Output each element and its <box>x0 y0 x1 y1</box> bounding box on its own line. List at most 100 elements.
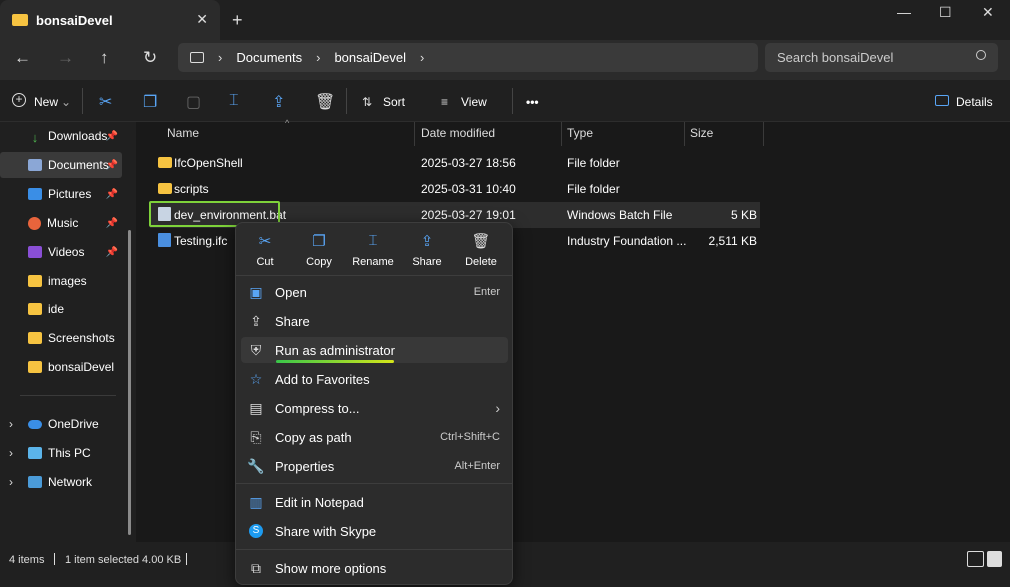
copy-icon[interactable]: ❐ <box>143 92 157 112</box>
maximize-button[interactable]: ☐ <box>939 4 952 21</box>
column-header-size[interactable]: Size <box>690 126 713 140</box>
folder-icon <box>28 275 42 287</box>
new-tab-button[interactable]: + <box>232 10 243 31</box>
folder-icon <box>28 332 42 344</box>
rename-icon[interactable]: ⌶ <box>229 92 239 110</box>
column-divider[interactable] <box>684 122 685 146</box>
sort-button[interactable]: Sort <box>383 95 405 109</box>
new-button[interactable]: New <box>34 95 58 109</box>
menu-divider <box>236 483 512 484</box>
tiles-view-icon[interactable] <box>987 551 1002 567</box>
close-window-button[interactable]: ✕ <box>982 4 994 21</box>
pictures-icon <box>28 188 42 200</box>
sidebar-item-onedrive[interactable]: › OneDrive <box>0 411 122 437</box>
sidebar-item-downloads[interactable]: ↓ Downloads 📌 <box>0 123 122 149</box>
menu-item-share-with-skype[interactable]: S Share with Skype <box>241 518 508 544</box>
menu-item-share[interactable]: ⇪ Share <box>241 308 508 334</box>
sidebar-item-pictures[interactable]: Pictures 📌 <box>0 181 122 207</box>
search-input[interactable]: Search bonsaiDevel <box>765 43 998 72</box>
sort-icon: ⇅ <box>362 95 373 109</box>
menu-item-properties[interactable]: 🔧 Properties Alt+Enter <box>241 453 508 479</box>
share-action[interactable]: ⇪ Share <box>404 232 450 268</box>
refresh-button[interactable]: ↻ <box>143 48 157 68</box>
pin-icon: 📌 <box>105 246 118 258</box>
breadcrumb-documents[interactable]: Documents <box>236 50 302 65</box>
sidebar-item-bonsaidevel[interactable]: bonsaiDevel <box>0 354 122 380</box>
sidebar-item-label: Screenshots <box>48 331 115 345</box>
column-header-type[interactable]: Type <box>567 126 593 140</box>
folder-icon <box>158 183 172 194</box>
pin-icon: 📌 <box>105 130 118 142</box>
sidebar-item-documents[interactable]: Documents 📌 <box>0 152 122 178</box>
folder-icon <box>28 303 42 315</box>
file-size: 5 KB <box>730 208 757 222</box>
menu-item-label: Share <box>275 313 310 329</box>
details-button[interactable]: Details <box>956 95 993 109</box>
chevron-down-icon: ⌄ <box>61 95 72 109</box>
sidebar-item-network[interactable]: › Network <box>0 469 122 495</box>
action-label: Share <box>412 256 442 268</box>
minimize-button[interactable]: — <box>897 4 911 20</box>
copy-icon: ❐ <box>312 233 326 250</box>
details-view-icon[interactable] <box>967 551 984 567</box>
sidebar-item-videos[interactable]: Videos 📌 <box>0 239 122 265</box>
column-divider[interactable] <box>763 122 764 146</box>
menu-item-open[interactable]: ▣ Open Enter <box>241 279 508 305</box>
sidebar-item-screenshots[interactable]: Screenshots <box>0 325 122 351</box>
delete-icon: 🗑 <box>471 233 491 250</box>
sidebar-item-label: Music <box>47 216 79 230</box>
menu-item-label: Copy as path <box>275 429 352 445</box>
rename-action[interactable]: ⌶ Rename <box>350 232 396 268</box>
column-divider[interactable] <box>561 122 562 146</box>
sidebar-item-images[interactable]: images <box>0 268 122 294</box>
column-header-date[interactable]: Date modified <box>421 126 495 140</box>
menu-item-compress-to[interactable]: ▤ Compress to... › <box>241 395 508 421</box>
share-icon[interactable]: ⇪ <box>272 92 285 112</box>
share-icon: ⇪ <box>420 233 434 250</box>
more-options-button[interactable]: ••• <box>526 95 539 109</box>
file-date: 2025-03-27 19:01 <box>421 208 516 222</box>
address-bar[interactable]: › Documents › bonsaiDevel › <box>178 43 758 72</box>
cut-action[interactable]: ✂ Cut <box>242 232 288 268</box>
cut-icon[interactable]: ✂ <box>99 92 112 112</box>
breadcrumb-bonsaidevel[interactable]: bonsaiDevel <box>334 50 406 65</box>
delete-icon[interactable]: 🗑 <box>315 92 335 112</box>
menu-item-show-more-options[interactable]: ⧉ Show more options <box>241 555 508 581</box>
paste-icon[interactable]: ▢ <box>186 92 201 112</box>
forward-button[interactable]: → <box>57 48 74 68</box>
videos-icon <box>28 246 42 258</box>
tab-bonsaidevel[interactable]: bonsaiDevel ✕ <box>0 0 220 40</box>
cut-icon: ✂ <box>258 233 272 250</box>
column-divider[interactable] <box>414 122 415 146</box>
close-tab-icon[interactable]: ✕ <box>196 11 208 28</box>
file-type: File folder <box>567 182 620 196</box>
shortcut: Ctrl+Shift+C <box>440 431 500 443</box>
file-type: Industry Foundation ... <box>567 234 687 248</box>
folder-icon <box>158 157 172 168</box>
tab-title: bonsaiDevel <box>36 12 113 28</box>
sidebar-item-ide[interactable]: ide <box>0 296 122 322</box>
back-button[interactable]: ← <box>14 48 31 68</box>
table-row[interactable]: scripts 2025-03-31 10:40 File folder <box>150 176 760 202</box>
pin-icon: 📌 <box>105 217 118 229</box>
sidebar-item-this-pc[interactable]: › This PC <box>0 440 122 466</box>
sidebar-item-music[interactable]: Music 📌 <box>0 210 122 236</box>
menu-item-edit-in-notepad[interactable]: ▥ Edit in Notepad <box>241 489 508 515</box>
menu-item-copy-as-path[interactable]: ⎘ Copy as path Ctrl+Shift+C <box>241 424 508 450</box>
column-header-name[interactable]: Name <box>167 126 199 140</box>
menu-divider <box>236 549 512 550</box>
action-label: Cut <box>256 256 274 268</box>
menu-item-add-to-favorites[interactable]: ☆ Add to Favorites <box>241 366 508 392</box>
sidebar-scrollbar[interactable] <box>128 230 131 535</box>
file-type: Windows Batch File <box>567 208 673 222</box>
copy-action[interactable]: ❐ Copy <box>296 232 342 268</box>
breadcrumb-chevron-icon: › <box>316 50 321 65</box>
menu-item-label: Edit in Notepad <box>275 494 364 510</box>
table-row[interactable]: IfcOpenShell 2025-03-27 18:56 File folde… <box>150 150 760 176</box>
pin-icon: 📌 <box>105 188 118 200</box>
sidebar-item-label: bonsaiDevel <box>48 360 115 374</box>
delete-action[interactable]: 🗑 Delete <box>458 232 504 268</box>
view-button[interactable]: View <box>461 95 487 109</box>
up-button[interactable]: ↑ <box>100 48 109 68</box>
compress-icon: ▤ <box>249 399 263 416</box>
